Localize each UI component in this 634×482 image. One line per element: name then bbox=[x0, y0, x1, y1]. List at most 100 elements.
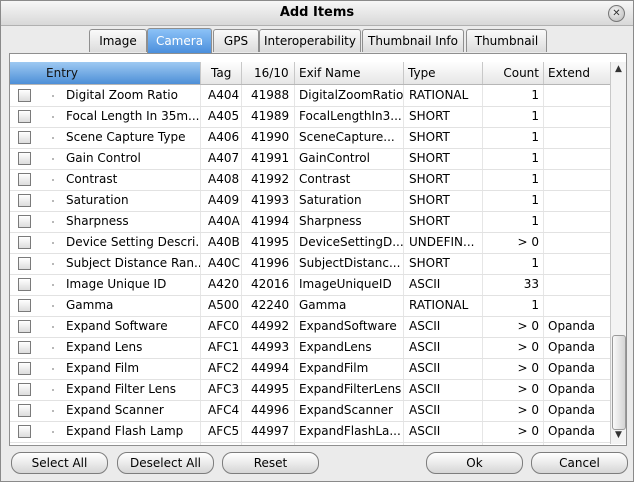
cell-num: 41990 bbox=[251, 130, 290, 144]
checkbox-icon[interactable] bbox=[18, 110, 31, 123]
checkbox-icon[interactable] bbox=[18, 278, 31, 291]
table-row[interactable]: Expand Lens AFC1 44993 ExpandLens ASCII > 0 Op… bbox=[10, 337, 610, 359]
tab-image[interactable]: Image bbox=[89, 29, 147, 52]
scroll-up-icon[interactable]: ▲ bbox=[611, 62, 626, 77]
cell-exif: ExpandFilm bbox=[299, 361, 369, 375]
cell-count: 1 bbox=[531, 256, 539, 270]
column-header-entry-label: Entry bbox=[46, 66, 78, 80]
cell-entry: Gain Control bbox=[66, 151, 141, 165]
tab-interoperability[interactable]: Interoperability bbox=[259, 29, 361, 52]
cell-num: 44993 bbox=[251, 340, 290, 354]
close-icon[interactable]: ✕ bbox=[608, 5, 625, 22]
checkbox-icon[interactable] bbox=[18, 152, 31, 165]
reset-button[interactable]: Reset bbox=[222, 452, 319, 474]
cell-tag: A40A bbox=[208, 214, 240, 228]
checkbox-icon[interactable] bbox=[18, 131, 31, 144]
table-row[interactable]: Digital Zoom Ratio A404 41988 DigitalZoomRa… bbox=[10, 85, 610, 107]
checkbox-icon[interactable] bbox=[18, 341, 31, 354]
checkbox-icon[interactable] bbox=[18, 236, 31, 249]
table-row[interactable]: Image Unique ID A420 42016 ImageUniqueID ASC… bbox=[10, 274, 610, 296]
column-header-exif-name[interactable]: Exif Name bbox=[295, 62, 404, 84]
tab-thumbnail[interactable]: Thumbnail bbox=[466, 29, 547, 52]
cell-tag: A409 bbox=[208, 193, 240, 207]
cancel-button[interactable]: Cancel bbox=[531, 452, 628, 474]
cell-tag: A408 bbox=[208, 172, 240, 186]
cell-count: > 0 bbox=[517, 235, 539, 249]
cell-tag: AFC2 bbox=[208, 361, 240, 375]
column-header-entry[interactable]: Entry bbox=[10, 62, 201, 84]
checkbox-icon[interactable] bbox=[18, 257, 31, 270]
table-row[interactable]: Saturation A409 41993 Saturation SHORT 1 bbox=[10, 190, 610, 212]
tab-thumbnail-info[interactable]: Thumbnail Info bbox=[362, 29, 464, 52]
vertical-scrollbar[interactable]: ▲ ▼ bbox=[610, 62, 626, 444]
table-row[interactable]: Expand Software AFC0 44992 ExpandSoftware AS… bbox=[10, 316, 610, 338]
cell-extend: Opanda bbox=[548, 424, 595, 438]
tree-dot-icon bbox=[52, 389, 54, 391]
table-row[interactable]: Subject Distance Ran... A40C 41996 SubjectD… bbox=[10, 253, 610, 275]
checkbox-icon[interactable] bbox=[18, 215, 31, 228]
tree-dot-icon bbox=[52, 368, 54, 370]
cell-type: ASCII bbox=[409, 424, 441, 438]
checkbox-icon[interactable] bbox=[18, 425, 31, 438]
column-header-extend[interactable]: Extend bbox=[544, 62, 610, 84]
column-header-tag[interactable]: Tag bbox=[201, 62, 242, 84]
cell-num: 41996 bbox=[251, 256, 290, 270]
checkbox-icon[interactable] bbox=[18, 320, 31, 333]
cell-count: 1 bbox=[531, 151, 539, 165]
table-row[interactable]: Gain Control A407 41991 GainControl SHORT 1 bbox=[10, 148, 610, 170]
cell-type: SHORT bbox=[409, 193, 450, 207]
tab-gps[interactable]: GPS bbox=[213, 29, 259, 52]
title-bar: Add Items ✕ bbox=[1, 1, 633, 26]
tree-dot-icon bbox=[52, 116, 54, 118]
select-all-button[interactable]: Select All bbox=[11, 452, 108, 474]
tree-dot-icon bbox=[52, 137, 54, 139]
cell-type: SHORT bbox=[409, 109, 450, 123]
cell-entry: Expand Lens bbox=[66, 340, 143, 354]
scroll-down-icon[interactable]: ▼ bbox=[611, 428, 626, 443]
tab-camera[interactable]: Camera bbox=[147, 28, 212, 53]
cell-extend: Opanda bbox=[548, 382, 595, 396]
cell-count: 1 bbox=[531, 298, 539, 312]
table-row[interactable]: Expand Filter Lens AFC3 44995 ExpandFilterL… bbox=[10, 379, 610, 401]
cell-type: UNDEFIN... bbox=[409, 235, 475, 249]
add-items-dialog: Add Items ✕ Image Camera GPS Interoperab… bbox=[0, 0, 634, 482]
checkbox-icon[interactable] bbox=[18, 299, 31, 312]
checkbox-icon[interactable] bbox=[18, 89, 31, 102]
tree-dot-icon bbox=[52, 263, 54, 265]
column-header-count[interactable]: Count bbox=[483, 62, 544, 84]
checkbox-icon[interactable] bbox=[18, 404, 31, 417]
cell-exif: ExpandScanner bbox=[299, 403, 393, 417]
column-header-count-label: Count bbox=[503, 66, 539, 80]
column-header-16-10-label: 16/10 bbox=[254, 66, 289, 80]
cell-exif: ExpandSoftware bbox=[299, 319, 397, 333]
checkbox-icon[interactable] bbox=[18, 194, 31, 207]
deselect-all-button[interactable]: Deselect All bbox=[117, 452, 214, 474]
cell-exif: Contrast bbox=[299, 172, 351, 186]
cell-count: 33 bbox=[523, 277, 539, 291]
checkbox-icon[interactable] bbox=[18, 362, 31, 375]
cell-type: ASCII bbox=[409, 382, 441, 396]
table-row[interactable]: Gamma A500 42240 Gamma RATIONAL 1 bbox=[10, 295, 610, 317]
table-row[interactable]: Expand Scanner AFC4 44996 ExpandScanner ASCI… bbox=[10, 400, 610, 422]
table-row[interactable]: Focal Length In 35m... A405 41989 FocalLeng… bbox=[10, 106, 610, 128]
checkbox-icon[interactable] bbox=[18, 173, 31, 186]
table-row[interactable]: Device Setting Descri... A40B 41995 DeviceS… bbox=[10, 232, 610, 254]
column-header-16-10[interactable]: 16/10 bbox=[242, 62, 295, 84]
tree-dot-icon bbox=[52, 95, 54, 97]
column-header-type[interactable]: Type bbox=[404, 62, 483, 84]
checkbox-icon[interactable] bbox=[18, 383, 31, 396]
cell-tag: A500 bbox=[208, 298, 240, 312]
cell-num: 44995 bbox=[251, 382, 290, 396]
scrollbar-thumb[interactable] bbox=[612, 335, 626, 430]
tree-dot-icon bbox=[52, 200, 54, 202]
ok-button[interactable]: Ok bbox=[426, 452, 523, 474]
cell-exif: SubjectDistanc... bbox=[299, 256, 401, 270]
window-title: Add Items bbox=[279, 5, 355, 20]
table-row[interactable]: Expand Flash Lamp AFC5 44997 ExpandFlashLa.… bbox=[10, 421, 610, 443]
cell-exif: FocalLengthIn3... bbox=[299, 109, 402, 123]
table-row[interactable]: Sharpness A40A 41994 Sharpness SHORT 1 bbox=[10, 211, 610, 233]
table-row[interactable]: Expand Film AFC2 44994 ExpandFilm ASCII > 0 Op… bbox=[10, 358, 610, 380]
cell-extend bbox=[548, 148, 608, 169]
table-row[interactable]: Contrast A408 41992 Contrast SHORT 1 bbox=[10, 169, 610, 191]
table-row[interactable]: Scene Capture Type A406 41990 SceneCapture.… bbox=[10, 127, 610, 149]
